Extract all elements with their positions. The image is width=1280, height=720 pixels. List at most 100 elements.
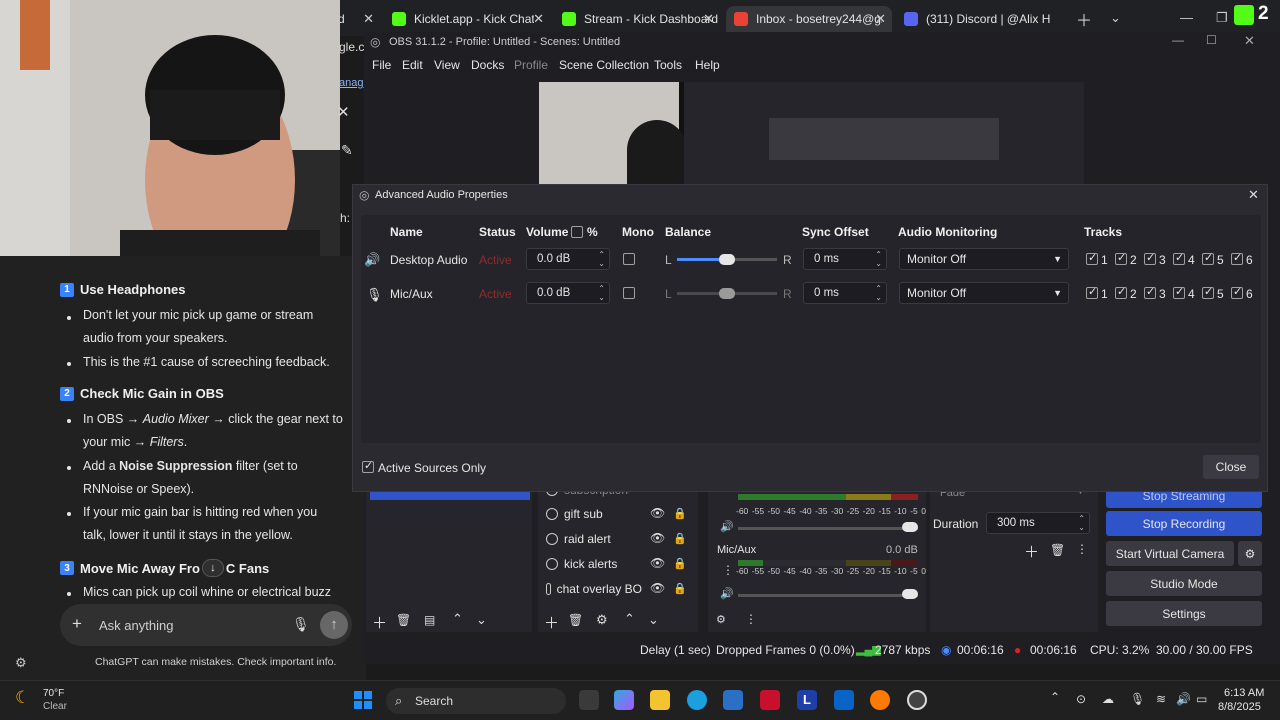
- menu-help[interactable]: Help: [695, 58, 720, 72]
- mono-checkbox[interactable]: [623, 253, 635, 265]
- slider-handle[interactable]: [719, 254, 735, 265]
- source-item[interactable]: raid alert: [546, 532, 611, 546]
- slider-handle[interactable]: [902, 589, 918, 599]
- menu-tools[interactable]: Tools: [654, 58, 682, 72]
- filter-icon[interactable]: ▤: [424, 613, 435, 627]
- gear-icon[interactable]: ⚙: [596, 612, 608, 628]
- plus-icon[interactable]: +: [72, 614, 82, 634]
- track-checkbox[interactable]: [1086, 251, 1098, 265]
- spin-arrows-icon[interactable]: ⌃ ⌄: [875, 250, 882, 268]
- close-icon[interactable]: ✕: [337, 103, 350, 121]
- source-item[interactable]: gift sub: [546, 507, 603, 521]
- settings-gear-icon[interactable]: ⚙: [15, 655, 27, 671]
- microphone-icon[interactable]: 🎙: [1130, 692, 1145, 706]
- browser-tab[interactable]: Stream - Kick Dashboard ✕: [554, 6, 720, 32]
- minimize-icon[interactable]: —: [1172, 33, 1184, 47]
- lock-icon[interactable]: 🔒: [673, 557, 687, 570]
- chevron-up-icon[interactable]: ⌃: [624, 611, 635, 627]
- eye-icon[interactable]: 👁: [650, 506, 665, 520]
- mixer-settings-icon[interactable]: ⚙: [716, 613, 726, 626]
- minimize-icon[interactable]: —: [1180, 10, 1193, 25]
- source-item[interactable]: chat overlay BO: [546, 582, 642, 596]
- virtual-camera-settings-button[interactable]: ⚙: [1238, 541, 1262, 566]
- firefox-icon[interactable]: [870, 690, 890, 710]
- browser-tab-active[interactable]: Inbox - bosetrey244@gmai ✕: [726, 6, 892, 32]
- chat-input-placeholder[interactable]: Ask anything: [99, 618, 173, 633]
- stop-recording-button[interactable]: Stop Recording: [1106, 511, 1262, 536]
- audio-monitoring-select[interactable]: Monitor Off ▼: [899, 282, 1069, 304]
- cloud-icon[interactable]: ☁: [1102, 692, 1114, 706]
- close-icon[interactable]: ✕: [363, 11, 374, 27]
- tray-icon[interactable]: ⊙: [1076, 692, 1086, 706]
- chat-input-box[interactable]: + Ask anything 🎙 ↑: [60, 604, 352, 646]
- volume-icon[interactable]: 🔊: [1176, 692, 1191, 706]
- clock-date[interactable]: 8/8/2025: [1218, 701, 1261, 713]
- sync-offset-input[interactable]: 0 ms ⌃ ⌄: [803, 282, 887, 304]
- spin-arrows-icon[interactable]: ⌃ ⌄: [598, 250, 605, 268]
- volume-icon[interactable]: 🔊: [720, 520, 734, 533]
- menu-scene-collection[interactable]: Scene Collection: [559, 58, 649, 72]
- chevron-down-icon[interactable]: ⌄: [476, 612, 487, 628]
- browser-tab[interactable]: (311) Discord | @Alix Haven: [896, 6, 1062, 32]
- add-source-icon[interactable]: ＋: [544, 612, 559, 633]
- spin-arrows-icon[interactable]: ⌃ ⌄: [1078, 514, 1085, 532]
- close-icon[interactable]: ✕: [875, 11, 886, 27]
- more-vertical-icon[interactable]: ⋮: [745, 612, 757, 626]
- close-icon[interactable]: ✕: [1248, 187, 1259, 203]
- send-icon[interactable]: ↑: [320, 611, 348, 639]
- copilot-icon[interactable]: [614, 690, 634, 710]
- menu-view[interactable]: View: [434, 58, 460, 72]
- duration-input[interactable]: 300 ms ⌃ ⌄: [986, 512, 1090, 534]
- obs-taskbar-icon[interactable]: [907, 690, 927, 710]
- microphone-icon[interactable]: 🎙: [292, 616, 310, 633]
- add-icon[interactable]: ＋: [1024, 541, 1039, 562]
- maximize-icon[interactable]: ☐: [1206, 33, 1217, 47]
- close-icon[interactable]: ✕: [533, 11, 544, 27]
- settings-button[interactable]: Settings: [1106, 601, 1262, 626]
- edge-icon[interactable]: [687, 690, 707, 710]
- menu-file[interactable]: File: [372, 58, 391, 72]
- track-checkbox[interactable]: [1202, 251, 1214, 265]
- track-checkbox[interactable]: [1202, 285, 1214, 299]
- eye-icon[interactable]: 👁: [650, 556, 665, 570]
- taskbar-search[interactable]: ⌕ Search: [386, 688, 566, 714]
- track-checkbox[interactable]: [1086, 285, 1098, 299]
- mic-volume-slider[interactable]: [738, 594, 918, 597]
- task-view-icon[interactable]: [579, 690, 599, 710]
- outlook-icon[interactable]: [834, 690, 854, 710]
- delete-icon[interactable]: 🗑: [568, 613, 583, 627]
- scene-item-selected[interactable]: [370, 492, 530, 500]
- spin-arrows-icon[interactable]: ⌃ ⌄: [875, 284, 882, 302]
- lock-icon[interactable]: 🔒: [673, 507, 687, 520]
- lock-icon[interactable]: 🔒: [673, 582, 687, 595]
- file-explorer-icon[interactable]: [650, 690, 670, 710]
- track-checkbox[interactable]: [1231, 251, 1243, 265]
- close-icon[interactable]: ✕: [703, 11, 714, 27]
- volume-icon[interactable]: 🔊: [720, 587, 734, 600]
- start-virtual-camera-button[interactable]: Start Virtual Camera: [1106, 541, 1234, 566]
- menu-profile[interactable]: Profile: [514, 58, 548, 72]
- balance-slider[interactable]: [677, 254, 777, 265]
- track-checkbox[interactable]: [1173, 285, 1185, 299]
- app-icon[interactable]: [760, 690, 780, 710]
- volume-input[interactable]: 0.0 dB ⌃ ⌄: [526, 282, 610, 304]
- browser-tab[interactable]: Kicklet.app - Kick Chatbot an ✕: [384, 6, 550, 32]
- scroll-down-icon[interactable]: ↓: [201, 559, 224, 577]
- lock-icon[interactable]: 🔒: [673, 532, 687, 545]
- menu-docks[interactable]: Docks: [471, 58, 504, 72]
- spin-arrows-icon[interactable]: ⌃ ⌄: [598, 284, 605, 302]
- studio-mode-button[interactable]: Studio Mode: [1106, 571, 1262, 596]
- close-icon[interactable]: ✕: [1244, 33, 1255, 49]
- mono-checkbox[interactable]: [623, 287, 635, 299]
- edit-icon[interactable]: ✎: [341, 142, 353, 159]
- sync-offset-input[interactable]: 0 ms ⌃ ⌄: [803, 248, 887, 270]
- track-checkbox[interactable]: [1173, 251, 1185, 265]
- delete-icon[interactable]: 🗑: [396, 613, 411, 627]
- source-item[interactable]: kick alerts: [546, 557, 617, 571]
- track-checkbox[interactable]: [1144, 251, 1156, 265]
- delete-icon[interactable]: 🗑: [1050, 543, 1065, 557]
- chevron-down-icon[interactable]: ⌄: [1110, 10, 1121, 26]
- track-checkbox[interactable]: [1115, 285, 1127, 299]
- slider-handle[interactable]: [719, 288, 735, 299]
- obs-preview[interactable]: [539, 82, 1084, 184]
